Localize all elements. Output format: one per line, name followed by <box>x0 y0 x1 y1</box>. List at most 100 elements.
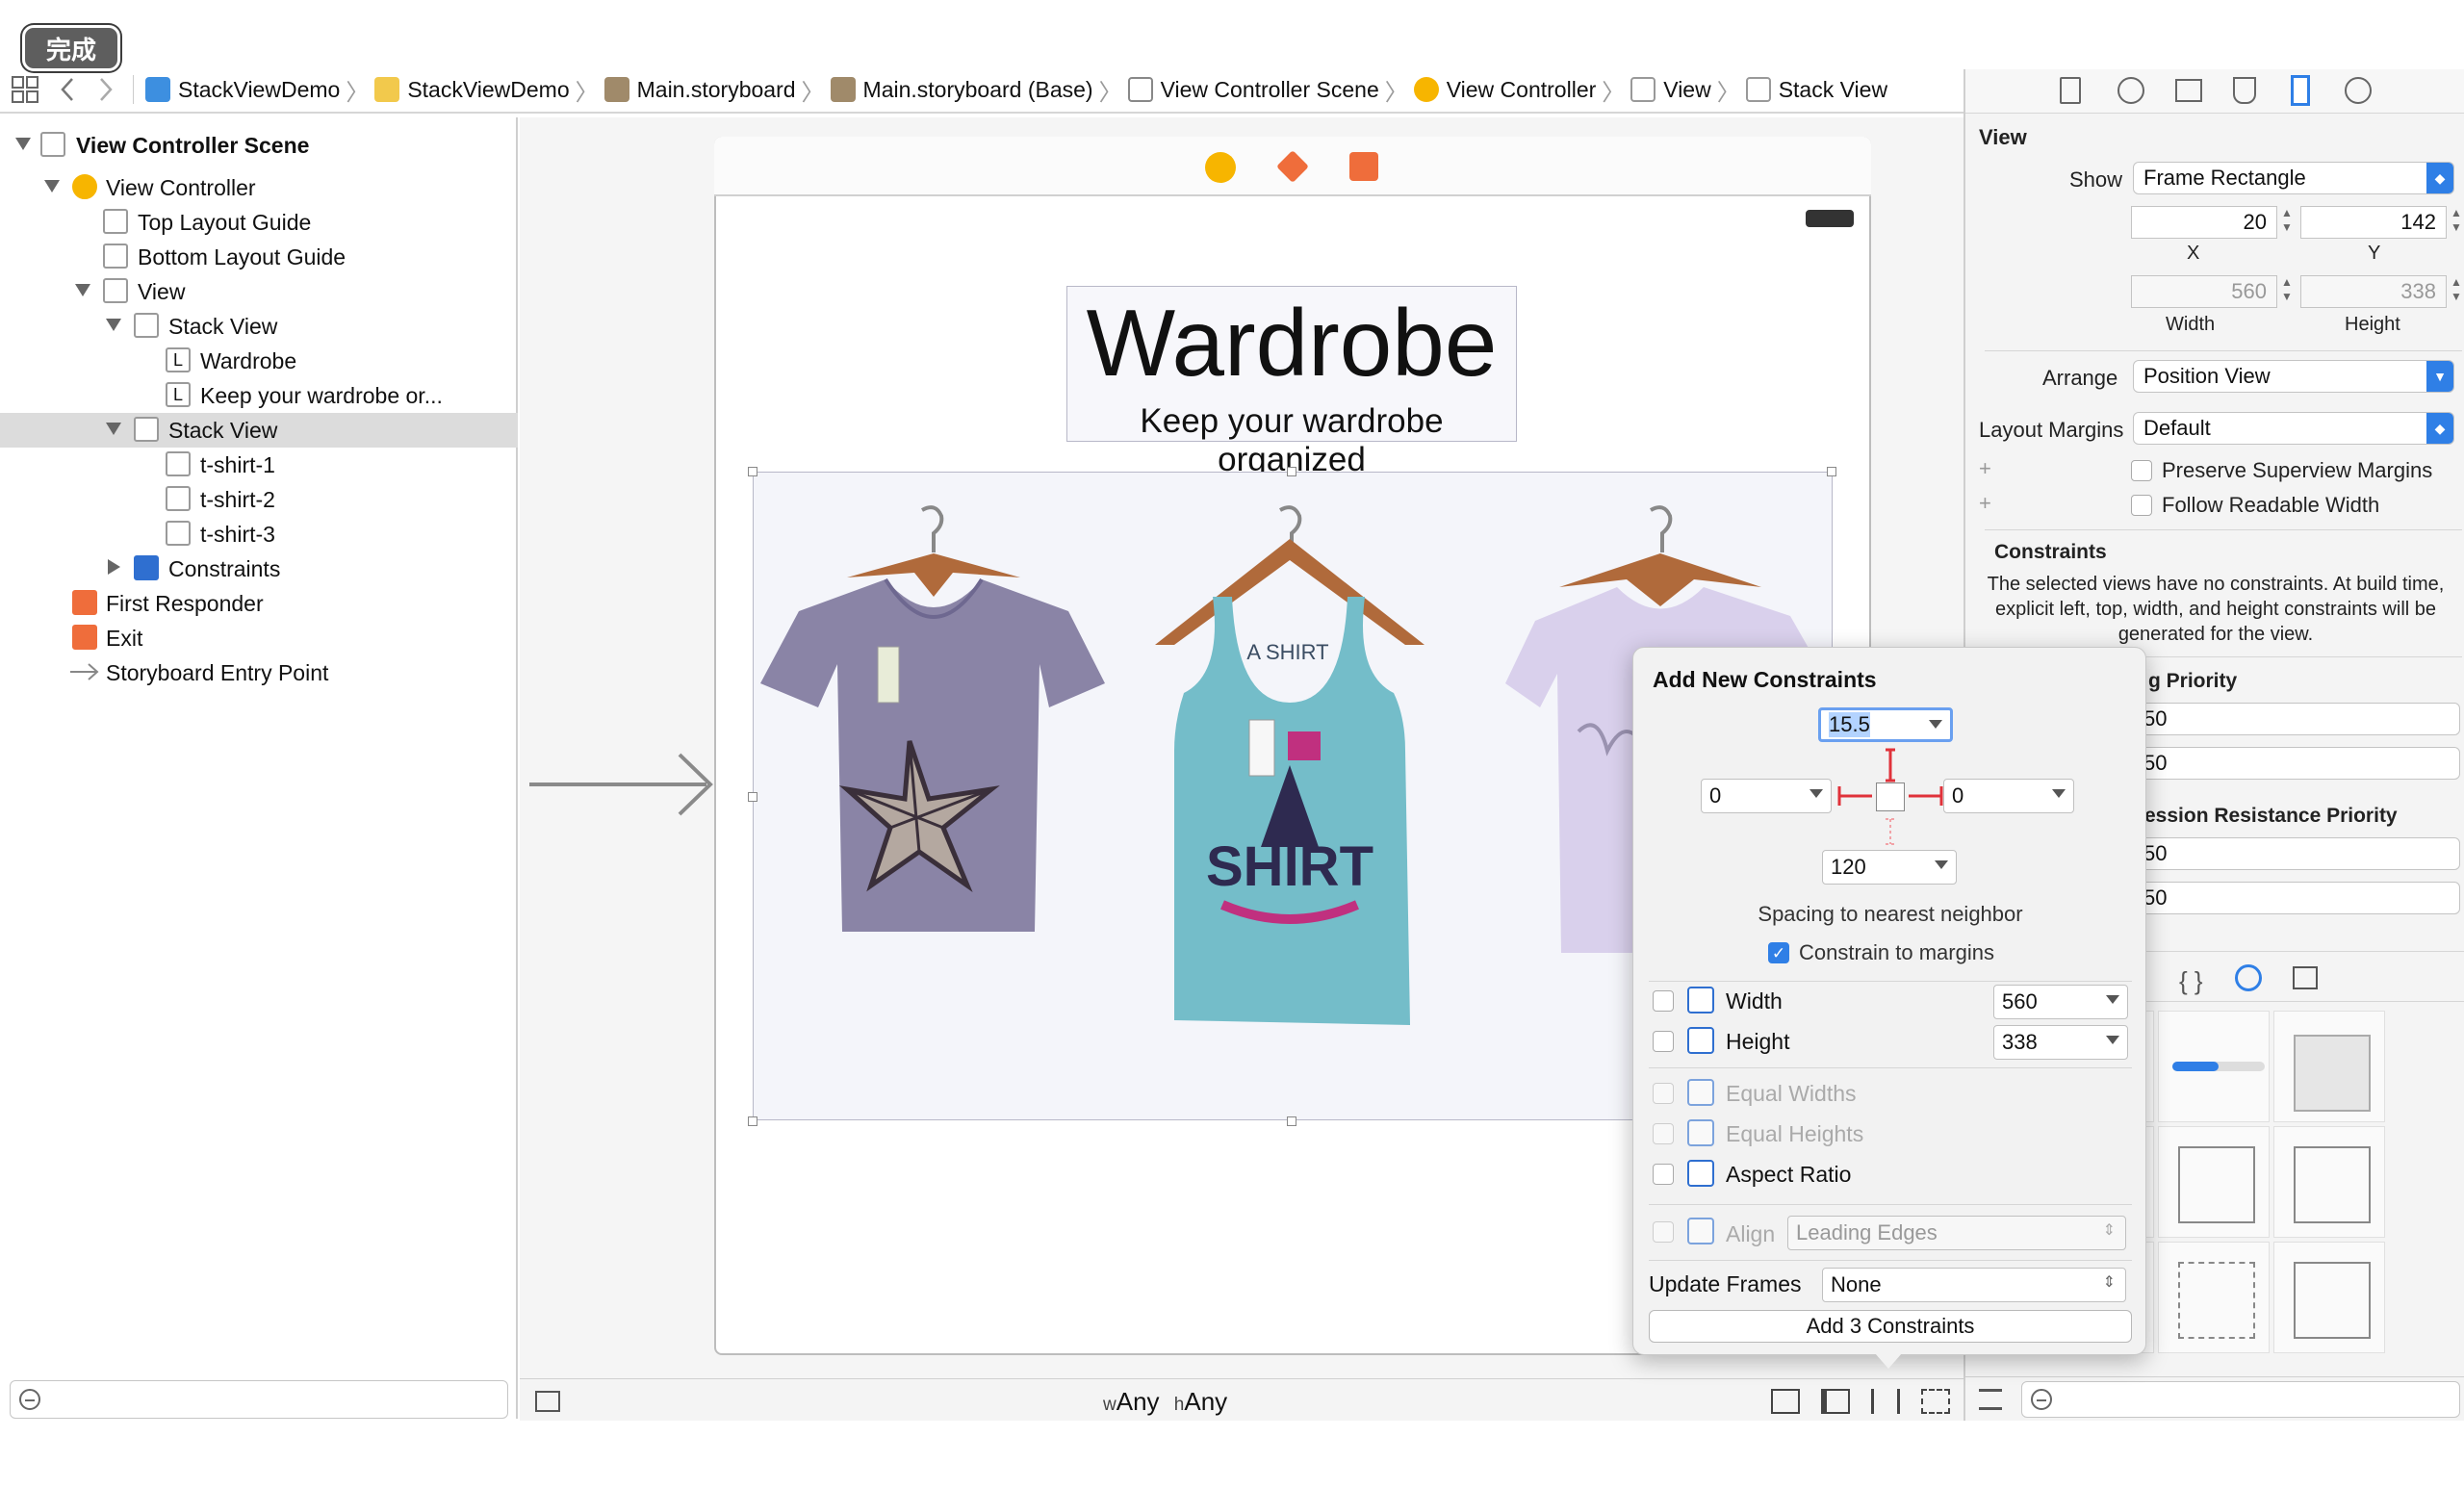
equal-widths-checkbox[interactable] <box>1653 1083 1674 1104</box>
layout-margins-popup[interactable]: Default ◆ <box>2133 412 2454 445</box>
exit-icon[interactable] <box>1349 152 1378 181</box>
disclosure-icon[interactable] <box>44 180 60 192</box>
align-popup[interactable]: Leading Edges ⇕ <box>1787 1216 2126 1250</box>
table-view-item[interactable] <box>2158 1126 2270 1238</box>
outline-item-scene[interactable]: View Controller Scene <box>0 128 518 163</box>
chevron-down-icon[interactable] <box>1935 860 1948 869</box>
collection-view-item[interactable] <box>2158 1242 2270 1353</box>
library-filter-field[interactable] <box>2021 1381 2460 1418</box>
constrain-margins-checkbox[interactable]: ✓ <box>1768 942 1789 963</box>
outline-item-label-subtitle[interactable]: L Keep your wardrobe or... <box>0 378 518 413</box>
file-inspector-icon[interactable] <box>2060 77 2081 104</box>
height-constant-field[interactable]: 338 <box>1993 1025 2128 1060</box>
breadcrumb-view[interactable]: View <box>1630 77 1711 103</box>
resize-handle[interactable] <box>748 467 757 476</box>
compression-horizontal-popup[interactable]: 50 <box>2133 837 2460 870</box>
preserve-margins-checkbox[interactable] <box>2131 460 2152 481</box>
list-view-icon[interactable] <box>1979 1389 2002 1410</box>
resize-handle[interactable] <box>748 1116 757 1126</box>
outline-item-label-wardrobe[interactable]: L Wardrobe <box>0 344 518 378</box>
related-items-icon[interactable] <box>12 76 38 103</box>
outline-item-top-layout-guide[interactable]: Top Layout Guide <box>0 205 518 240</box>
arrange-popup[interactable]: Position View ▼ <box>2133 360 2454 393</box>
pin-icon[interactable] <box>1871 1389 1900 1414</box>
size-class-control[interactable]: wAny hAny <box>1103 1387 1227 1417</box>
resize-handle[interactable] <box>1287 1116 1296 1126</box>
outline-item-image-3[interactable]: t-shirt-3 <box>0 517 518 552</box>
progress-view-item[interactable] <box>2158 1011 2270 1122</box>
leading-spacing-field[interactable]: 0 <box>1701 779 1832 813</box>
outline-item-exit[interactable]: Exit <box>0 621 518 655</box>
breadcrumb-scene[interactable]: View Controller Scene <box>1127 77 1379 103</box>
bottom-spacing-field[interactable]: 120 <box>1822 850 1957 885</box>
table-view-cell-item[interactable] <box>2273 1126 2385 1238</box>
bottom-pin-icon[interactable] <box>1884 817 1897 846</box>
outline-item-stack-view-vertical[interactable]: Stack View <box>0 309 518 344</box>
outline-item-view-controller[interactable]: View Controller <box>0 170 518 205</box>
outline-item-view[interactable]: View <box>0 274 518 309</box>
done-button[interactable]: 完成 <box>22 25 120 71</box>
y-stepper[interactable]: ▲ ▼ <box>2449 206 2464 239</box>
t-shirt-2-image[interactable]: A SHIRT SHIRT <box>1145 500 1434 1039</box>
outline-item-constraints[interactable]: Constraints <box>0 552 518 586</box>
help-inspector-icon[interactable] <box>2118 77 2144 104</box>
chevron-down-icon[interactable] <box>2106 995 2119 1004</box>
outline-item-image-2[interactable]: t-shirt-2 <box>0 482 518 517</box>
disclosure-icon[interactable] <box>108 559 120 575</box>
height-field[interactable]: 338 <box>2300 275 2447 308</box>
t-shirt-1-image[interactable] <box>760 500 1107 943</box>
breadcrumb-folder[interactable]: StackViewDemo <box>374 77 570 103</box>
disclosure-icon[interactable] <box>106 423 121 435</box>
breadcrumb-storyboard-base[interactable]: Main.storyboard (Base) <box>830 77 1093 103</box>
code-snippet-icon[interactable]: { } <box>2179 966 2203 996</box>
height-checkbox[interactable] <box>1653 1031 1674 1052</box>
resize-handle[interactable] <box>748 792 757 802</box>
forward-arrow-icon[interactable] <box>98 77 114 102</box>
outline-filter-field[interactable] <box>10 1380 508 1419</box>
align-icon[interactable] <box>1821 1389 1850 1414</box>
compression-vertical-popup[interactable]: 50 <box>2133 882 2460 914</box>
trailing-spacing-field[interactable]: 0 <box>1943 779 2074 813</box>
page-control-item[interactable] <box>2273 1011 2385 1122</box>
chevron-down-icon[interactable] <box>1810 789 1823 798</box>
aspect-ratio-checkbox[interactable] <box>1653 1164 1674 1185</box>
resolve-issues-icon[interactable] <box>1921 1389 1950 1414</box>
view-controller-icon[interactable] <box>1205 152 1236 183</box>
top-pin-icon[interactable] <box>1884 748 1897 782</box>
equal-heights-checkbox[interactable] <box>1653 1123 1674 1144</box>
update-frames-popup[interactable]: None ⇕ <box>1822 1268 2126 1302</box>
outline-item-image-1[interactable]: t-shirt-1 <box>0 448 518 482</box>
top-spacing-field[interactable]: 15.5 <box>1818 707 1953 742</box>
outline-item-first-responder[interactable]: First Responder <box>0 586 518 621</box>
breadcrumb-project[interactable]: StackViewDemo <box>145 77 340 103</box>
y-field[interactable]: 142 <box>2300 206 2447 239</box>
width-constant-field[interactable]: 560 <box>1993 985 2128 1019</box>
disclosure-icon[interactable] <box>15 138 31 150</box>
identity-inspector-icon[interactable] <box>2175 79 2202 102</box>
chevron-down-icon[interactable] <box>2106 1036 2119 1044</box>
plus-icon[interactable]: + <box>1979 456 1991 481</box>
width-stepper[interactable]: ▲ ▼ <box>2279 275 2295 308</box>
attributes-inspector-icon[interactable] <box>2233 77 2256 104</box>
x-field[interactable]: 20 <box>2131 206 2277 239</box>
collection-view-cell-item[interactable] <box>2273 1242 2385 1353</box>
chevron-down-icon[interactable] <box>1929 720 1942 729</box>
show-popup[interactable]: Frame Rectangle ◆ <box>2133 162 2454 194</box>
disclosure-icon[interactable] <box>75 284 90 296</box>
resize-handle[interactable] <box>1827 467 1836 476</box>
outline-item-stack-view-horizontal[interactable]: Stack View <box>0 413 518 448</box>
x-stepper[interactable]: ▲ ▼ <box>2279 206 2295 239</box>
size-inspector-icon[interactable] <box>2291 75 2310 106</box>
breadcrumb-stack-view[interactable]: Stack View <box>1745 77 1887 103</box>
align-checkbox[interactable] <box>1653 1221 1674 1243</box>
outline-item-bottom-layout-guide[interactable]: Bottom Layout Guide <box>0 240 518 274</box>
disclosure-icon[interactable] <box>106 319 121 331</box>
first-responder-icon[interactable] <box>1276 150 1309 183</box>
width-field[interactable]: 560 <box>2131 275 2277 308</box>
stack-icon[interactable] <box>1771 1389 1800 1414</box>
breadcrumb-storyboard[interactable]: Main.storyboard <box>603 77 796 103</box>
hugging-vertical-popup[interactable]: 50 <box>2133 747 2460 780</box>
media-library-icon[interactable] <box>2293 966 2318 989</box>
object-library-icon[interactable] <box>2235 964 2262 991</box>
outline-item-entry-point[interactable]: Storyboard Entry Point <box>0 655 518 690</box>
